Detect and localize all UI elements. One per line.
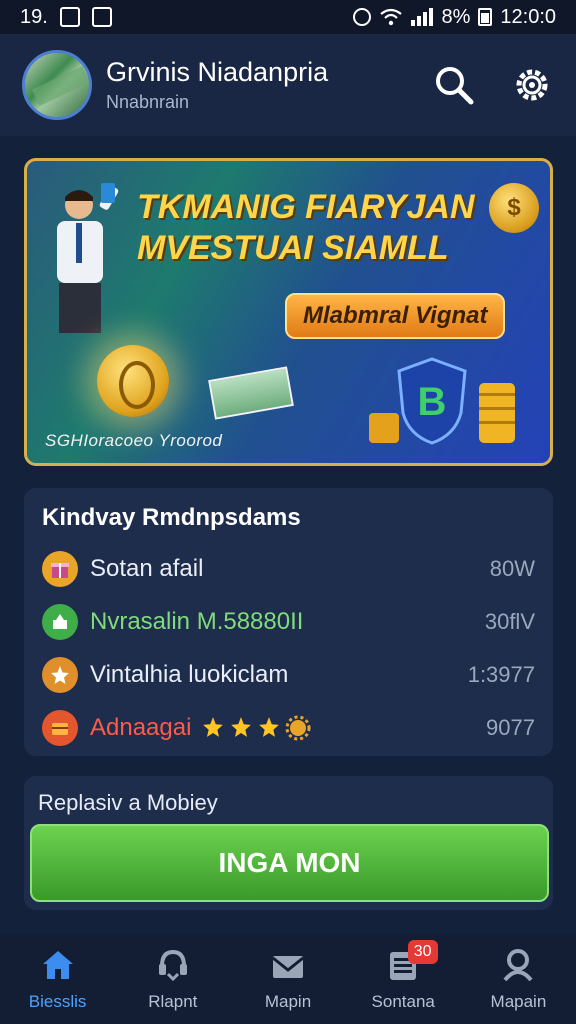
signal-icon bbox=[411, 8, 434, 26]
nav-label: Mapain bbox=[490, 992, 547, 1011]
store-icon bbox=[42, 603, 78, 640]
nav-label: Mapin bbox=[264, 992, 312, 1011]
home-icon bbox=[42, 951, 73, 979]
search-icon bbox=[436, 67, 474, 105]
status-clock: 12:0:0 bbox=[500, 5, 556, 28]
list-item[interactable]: Adnaagai 9077 bbox=[42, 701, 535, 754]
shield-symbol: B bbox=[418, 380, 447, 424]
chest-icon bbox=[42, 709, 78, 746]
page-title: Grvinis Niadanpria bbox=[106, 57, 329, 87]
banner-cta-button[interactable]: Mlabmral Vignat bbox=[285, 293, 506, 339]
list-item[interactable]: Sotan afail 80W bbox=[42, 542, 535, 595]
alarm-icon bbox=[353, 8, 372, 26]
list-item-value: 80W bbox=[489, 555, 535, 581]
coin-icon: $ bbox=[489, 183, 539, 233]
list-item-value: 30flV bbox=[484, 608, 535, 634]
avatar[interactable] bbox=[22, 50, 92, 120]
cash-icon bbox=[208, 366, 294, 420]
list-item-label: Vintalhia luokiclam bbox=[90, 660, 289, 688]
settings-button[interactable] bbox=[510, 63, 554, 107]
nav-item-support[interactable]: Rlapnt bbox=[115, 934, 230, 1024]
profile-icon bbox=[503, 949, 533, 982]
list-item-label: Nvrasalin M.58880II bbox=[90, 607, 304, 635]
star-badge-icon bbox=[42, 656, 78, 693]
action-card-label: Replasiv a Mobiey bbox=[38, 790, 218, 815]
banner-headline: TKMANIG FIARYJAN MVESTUAI SIAMLL bbox=[137, 187, 497, 269]
status-left: 19. bbox=[20, 6, 112, 29]
nav-label: Sontana bbox=[371, 992, 435, 1011]
battery-percent: 8% bbox=[441, 5, 471, 28]
support-icon bbox=[158, 949, 187, 982]
list-card: Kindvay Rmdnpsdams Sotan afail 80W Nvras… bbox=[24, 488, 553, 756]
list-item-label: Adnaagai bbox=[90, 713, 192, 741]
star-icon bbox=[231, 716, 252, 737]
star-icon bbox=[203, 716, 224, 737]
status-bar: 19. 8% 12:0:0 bbox=[0, 0, 576, 34]
sun-badge-icon bbox=[285, 715, 311, 740]
gift-icon bbox=[42, 550, 78, 587]
shield-icon: B bbox=[397, 357, 467, 445]
wifi-icon bbox=[380, 8, 403, 26]
big-coin-icon bbox=[97, 345, 169, 417]
nav-label: Rlapnt bbox=[148, 992, 198, 1011]
page-subtitle: Nnabnrain bbox=[106, 92, 190, 112]
nav-item-profile[interactable]: Mapain bbox=[461, 934, 576, 1024]
nav-item-list[interactable]: 30 Sontana bbox=[346, 934, 461, 1024]
promo-banner[interactable]: TKMANIG FIARYJAN MVESTUAI SIAMLL $ Mlabm… bbox=[24, 158, 553, 466]
banner-headline-line1: TKMANIG FIARYJAN bbox=[137, 188, 475, 226]
battery-icon bbox=[478, 8, 493, 26]
star-icon bbox=[259, 716, 280, 737]
search-button[interactable] bbox=[432, 63, 476, 107]
banner-headline-line2: MVESTUAI SIAMLL bbox=[137, 228, 449, 267]
notification-icon bbox=[59, 7, 80, 27]
primary-action-button[interactable]: INGA MON bbox=[30, 824, 549, 902]
header-actions bbox=[432, 63, 554, 107]
status-time: 19. bbox=[20, 5, 48, 28]
banner-caption: SGHIoracoeo Yroorod bbox=[45, 431, 223, 450]
person-illustration bbox=[57, 183, 119, 333]
nav-item-home[interactable]: Biesslis bbox=[0, 934, 115, 1024]
bottom-nav: Biesslis Rlapnt Mapin 30 Sontana Mapain bbox=[0, 934, 576, 1024]
nav-item-mail[interactable]: Mapin bbox=[230, 934, 345, 1024]
list-item-label: Sotan afail bbox=[90, 554, 204, 582]
mail-icon bbox=[272, 956, 304, 978]
list-card-title: Kindvay Rmdnpsdams bbox=[42, 504, 301, 531]
status-right: 8% 12:0:0 bbox=[353, 6, 556, 29]
app-header: Grvinis Niadanpria Nnabnrain bbox=[0, 34, 576, 136]
header-text: Grvinis Niadanpria Nnabnrain bbox=[106, 57, 328, 113]
list-item-value: 9077 bbox=[486, 714, 535, 740]
list-item[interactable]: Nvrasalin M.58880II 30flV bbox=[42, 595, 535, 648]
gear-icon bbox=[516, 69, 548, 101]
notification-badge: 30 bbox=[407, 940, 438, 964]
rating-stars bbox=[201, 715, 311, 741]
list-item[interactable]: Vintalhia luokiclam 1:3977 bbox=[42, 648, 535, 701]
list-item-value: 1:3977 bbox=[467, 661, 535, 687]
action-card: Replasiv a Mobiey INGA MON bbox=[24, 776, 553, 910]
app-notification-icon bbox=[91, 7, 112, 27]
nav-label: Biesslis bbox=[28, 992, 87, 1011]
